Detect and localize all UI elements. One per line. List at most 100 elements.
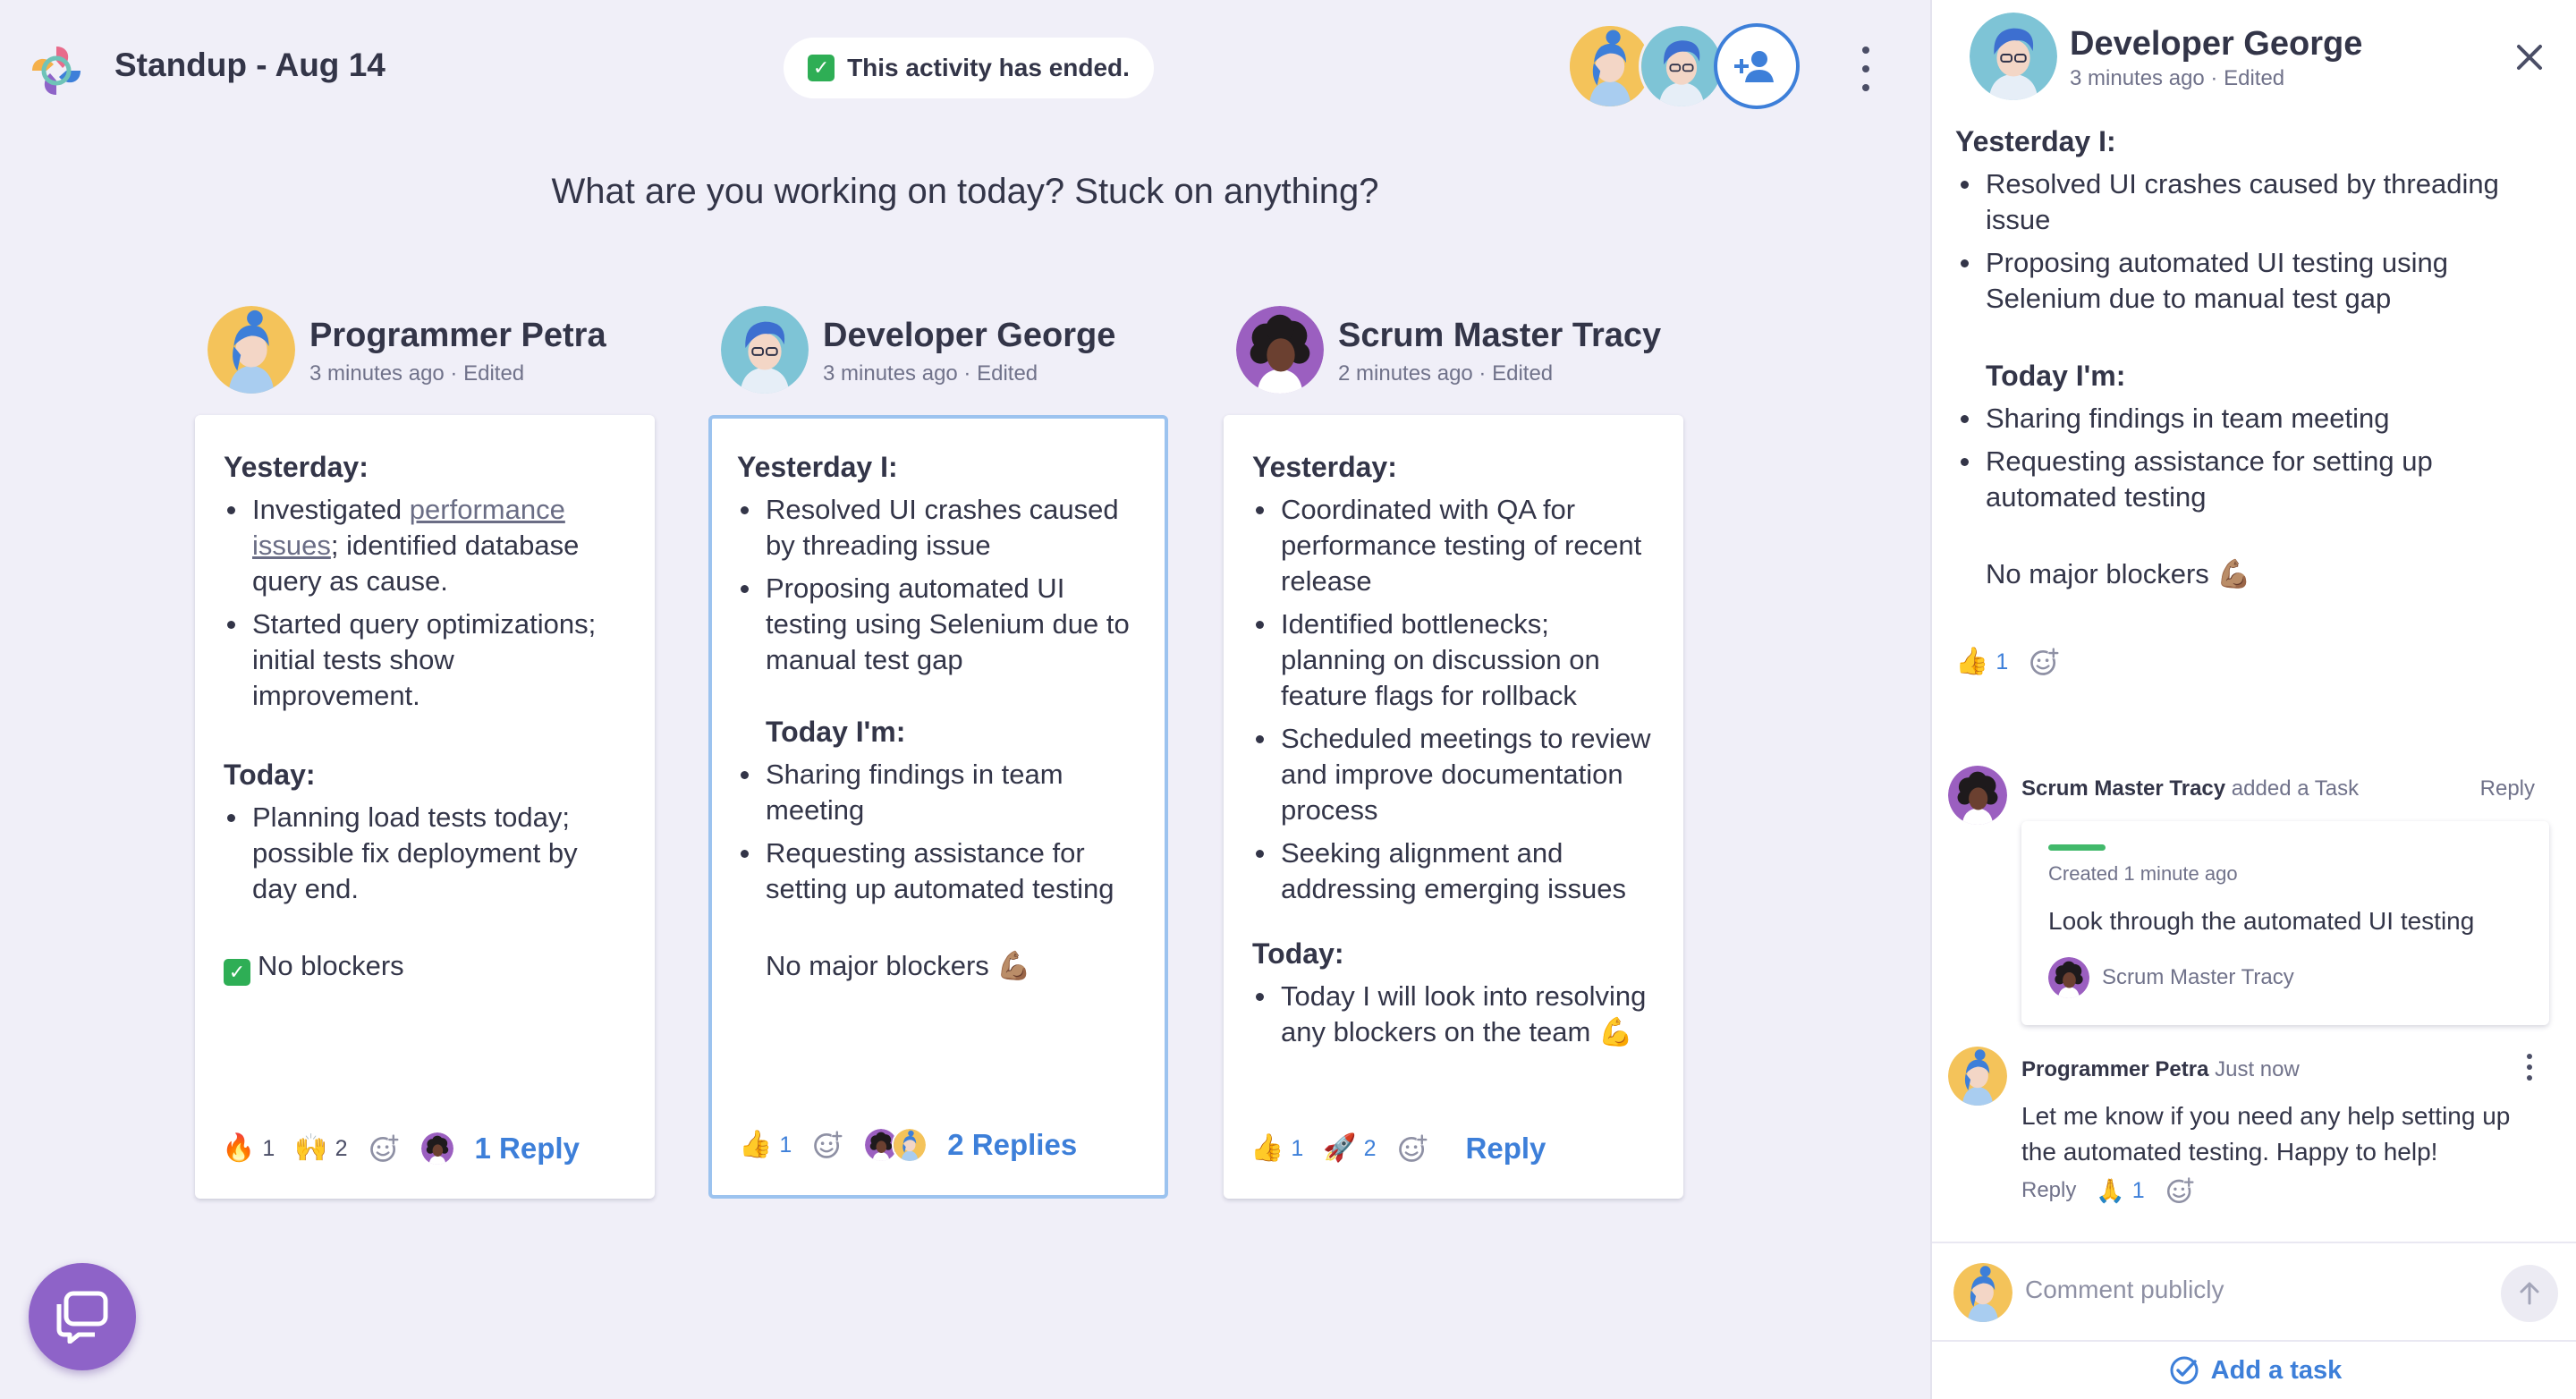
avatar[interactable]: [1236, 306, 1324, 394]
send-arrow-icon: [2520, 1282, 2539, 1305]
author-name[interactable]: Programmer Petra: [309, 317, 606, 355]
avatar[interactable]: [721, 306, 809, 394]
list-item: Resolved UI crashes caused by threading …: [741, 492, 1141, 564]
list-item: Sharing findings in team meeting: [1961, 401, 2546, 437]
section-heading: Yesterday I:: [1955, 125, 2116, 157]
add-user-icon: [1734, 51, 1774, 82]
author-name[interactable]: Scrum Master Tracy: [1338, 317, 1661, 355]
prompt-question: What are you working on today? Stuck on …: [551, 172, 1379, 211]
chat-bubble-icon: [56, 1291, 108, 1344]
panel-content: Yesterday I: Resolved UI crashes caused …: [1955, 122, 2546, 592]
response-card[interactable]: Yesterday: Investigated performance issu…: [195, 415, 655, 1199]
detail-panel: Developer George 3 minutes ago · Edited …: [1930, 0, 2576, 1399]
reaction-rocket[interactable]: 🚀 2: [1323, 1135, 1376, 1162]
list-item: Identified bottlenecks; planning on disc…: [1256, 606, 1657, 714]
reaction-folded-hands[interactable]: 🙏 1: [2096, 1178, 2144, 1204]
comment-actions: Reply 🙏 1: [2021, 1175, 2195, 1206]
list-item: Investigated performance issues; identif…: [227, 492, 628, 599]
chat-support-button[interactable]: [29, 1263, 136, 1370]
send-button[interactable]: [2501, 1265, 2558, 1322]
avatar: [419, 1131, 455, 1166]
reply-avatars: [419, 1131, 455, 1166]
more-vertical-icon[interactable]: [1855, 47, 1877, 91]
reaction-raised-hands[interactable]: 🙌 2: [294, 1135, 347, 1162]
avatar[interactable]: [1970, 13, 2057, 100]
replies-link[interactable]: 1 Reply: [475, 1132, 580, 1166]
close-icon[interactable]: [2512, 39, 2547, 75]
avatar[interactable]: [1948, 1047, 2007, 1106]
status-text: This activity has ended.: [847, 54, 1130, 81]
avatar: [892, 1127, 928, 1163]
reaction-thumbs-up[interactable]: 👍 1: [1250, 1135, 1303, 1162]
list-item: Proposing automated UI testing using Sel…: [1961, 245, 2546, 317]
add-reaction-icon[interactable]: [368, 1132, 400, 1165]
reaction-fire[interactable]: 🔥 1: [222, 1135, 275, 1162]
card-footer: 👍 1 2 Replies: [739, 1125, 1077, 1165]
section-heading: Yesterday:: [224, 451, 369, 483]
avatar: [2048, 957, 2089, 998]
reply-button[interactable]: Reply: [2021, 1178, 2076, 1203]
task-assignee: Scrum Master Tracy: [2048, 957, 2294, 998]
comment-header: Scrum Master Tracy added a Task: [2021, 776, 2360, 801]
add-user-button[interactable]: [1714, 23, 1800, 109]
list-item: Today I will look into resolving any blo…: [1256, 979, 1657, 1050]
avatar: [1953, 1263, 2012, 1322]
section-heading: Today I'm:: [1986, 360, 2126, 392]
add-reaction-icon[interactable]: [811, 1129, 843, 1161]
participants: [1567, 23, 1800, 111]
comment-composer: [1932, 1242, 2576, 1342]
comment-text: Let me know if you need any help setting…: [2021, 1102, 2511, 1166]
reaction-thumbs-up[interactable]: 👍 1: [739, 1132, 792, 1158]
section-heading: Today:: [224, 759, 316, 791]
list-item: Requesting assistance for setting up aut…: [1961, 444, 2546, 515]
section-heading: Yesterday:: [1252, 451, 1397, 483]
avatar[interactable]: [1948, 766, 2007, 825]
list-item: Resolved UI crashes caused by threading …: [1961, 166, 2546, 238]
task-created: Created 1 minute ago: [2048, 862, 2238, 885]
post-meta: 2 minutes ago · Edited: [1338, 361, 1554, 386]
post-meta: 3 minutes ago · Edited: [823, 361, 1038, 386]
reply-button[interactable]: Reply: [2480, 776, 2535, 801]
list-item: Requesting assistance for setting up aut…: [741, 835, 1141, 907]
app-logo-icon[interactable]: [27, 41, 86, 100]
author-name[interactable]: Developer George: [823, 317, 1115, 355]
add-reaction-icon[interactable]: [2165, 1175, 2195, 1206]
blocker-note: No major blockers 💪🏽: [1986, 558, 2252, 589]
panel-author-name[interactable]: Developer George: [2070, 25, 2362, 64]
response-column: Developer George 3 minutes ago · Edited …: [708, 304, 1168, 1199]
response-card[interactable]: Yesterday: Coordinated with QA for perfo…: [1224, 415, 1683, 1199]
avatar[interactable]: [208, 306, 295, 394]
replies-link[interactable]: 2 Replies: [947, 1128, 1077, 1162]
check-icon: ✓: [808, 55, 835, 81]
add-reaction-icon[interactable]: [1396, 1132, 1428, 1165]
card-footer: 👍 1 🚀 2 Reply: [1250, 1129, 1546, 1168]
list-item: Started query optimizations; initial tes…: [227, 606, 628, 714]
add-reaction-icon[interactable]: [2028, 646, 2060, 678]
list-item: Coordinated with QA for performance test…: [1256, 492, 1657, 599]
section-heading: Yesterday I:: [737, 451, 898, 483]
response-card-selected[interactable]: Yesterday I: Resolved UI crashes caused …: [708, 415, 1168, 1199]
list-item: Proposing automated UI testing using Sel…: [741, 571, 1141, 678]
activity-title: Standup - Aug 14: [114, 47, 386, 83]
post-meta: 3 minutes ago · Edited: [309, 361, 525, 386]
list-item: Sharing findings in team meeting: [741, 757, 1141, 828]
list-item: Scheduled meetings to review and improve…: [1256, 721, 1657, 828]
status-pill: ✓ This activity has ended.: [784, 38, 1154, 98]
comment-input[interactable]: [2025, 1276, 2454, 1304]
reaction-thumbs-up[interactable]: 👍 1: [1955, 649, 2008, 675]
check-icon: ✓: [224, 959, 250, 986]
panel-meta: 3 minutes ago · Edited: [2070, 66, 2285, 90]
section-heading: Today:: [1252, 937, 1344, 970]
section-heading: Today I'm:: [766, 716, 906, 748]
task-check-icon: [2170, 1356, 2199, 1385]
panel-reactions: 👍 1: [1955, 646, 2060, 678]
add-task-button[interactable]: Add a task: [1932, 1342, 2576, 1399]
task-title: Look through the automated UI testing: [2048, 907, 2475, 935]
more-vertical-icon[interactable]: [2524, 1054, 2535, 1081]
reply-link[interactable]: Reply: [1466, 1132, 1546, 1166]
task-card[interactable]: Created 1 minute ago Look through the au…: [2021, 821, 2549, 1025]
reply-avatars: [863, 1127, 928, 1163]
list-item: Planning load tests today; possible fix …: [227, 800, 628, 907]
avatar[interactable]: [1639, 23, 1724, 109]
blocker-note: ✓ No blockers: [224, 948, 628, 986]
